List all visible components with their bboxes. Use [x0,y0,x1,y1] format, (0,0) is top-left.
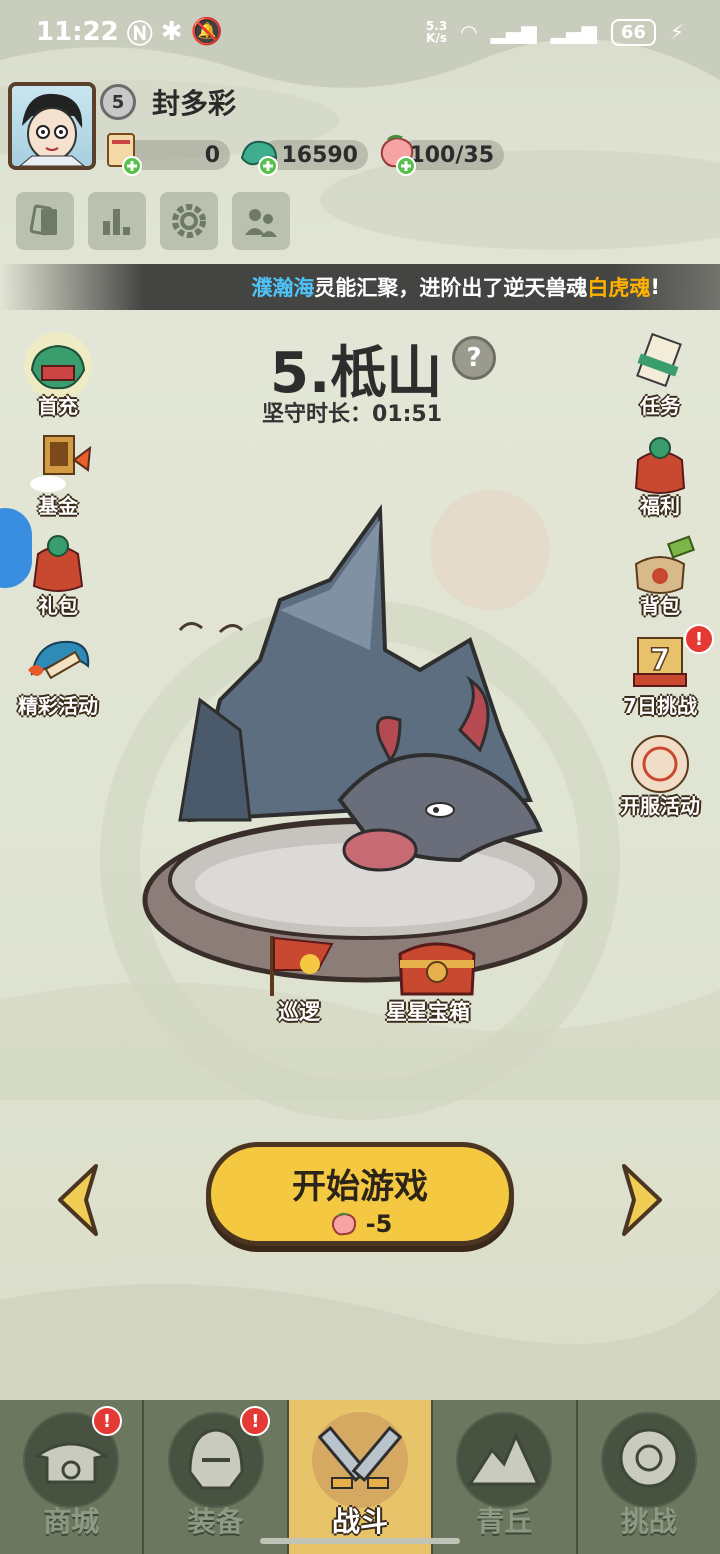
gear-icon [172,204,206,238]
seven-day-challenge-label: 7日挑战 [623,694,697,718]
shop-alert-badge: ! [92,1406,122,1436]
player-level-badge: 5 [100,84,136,120]
nav-tab-qingqiu[interactable]: 青丘 [433,1400,578,1554]
nav-tab-challenge-label: 挑战 [620,1505,677,1538]
nav-tab-battle-label: 战斗 [332,1505,389,1538]
ticket-scroll-icon [107,133,142,176]
next-stage-arrow-icon[interactable] [618,1160,668,1240]
nav-tab-equipment-label: 装备 [187,1505,244,1538]
settings-button[interactable] [160,192,218,250]
first-recharge-button[interactable]: 首充 [8,330,108,419]
gift-pack-label: 礼包 [38,594,78,618]
nav-tab-equipment[interactable]: 装备 ! [144,1400,289,1554]
previous-stage-arrow-icon[interactable] [52,1160,102,1240]
qingqiu-mountain-icon [456,1412,553,1508]
status-bar: 11:22 Ⓝ ✱ 🔕 5.3 K/s ◠ ▂▄▆ ▂▄▆ 66 ⚡ [0,0,720,64]
gift-pack-button[interactable]: 礼包 [8,530,108,619]
tasks-label: 任务 [640,394,680,418]
seven-day-alert-badge: ! [684,624,714,654]
signal-icon-1: ▂▄▆ [490,20,537,44]
avatar-portrait-icon [19,93,85,166]
nfc-icon: Ⓝ [126,19,153,50]
net-speed-unit: K/s [426,31,447,45]
wifi-icon: ◠ [461,20,477,44]
player-name: 封多彩 [152,87,237,120]
player-avatar[interactable] [8,82,96,170]
events-label: 精彩活动 [18,694,98,718]
svg-text:7: 7 [650,643,671,678]
bluetooth-icon: ✱ [160,17,183,47]
backpack-label: 背包 [640,594,680,618]
star-chest-icon[interactable] [392,934,482,1000]
events-button[interactable]: 精彩活动 [8,630,108,719]
nav-tab-battle[interactable]: 战斗 [288,1400,434,1554]
fund-button[interactable]: 基金 [8,430,108,519]
resource-stamina-value: 100/35 [409,142,494,168]
server-events-label: 开服活动 [620,794,700,818]
battery-indicator: 66 [610,18,656,46]
nav-tab-qingqiu-label: 青丘 [476,1505,533,1538]
marquee-beast: 白虎魂 [587,276,651,300]
signal-icon-2: ▂▄▆ [550,20,597,44]
cards-icon [29,204,57,236]
mountain-ox-scene [142,504,588,983]
friends-button[interactable] [232,192,290,250]
patrol-label[interactable]: 巡逻 [278,996,320,1026]
ranking-button[interactable] [88,192,146,250]
jade-dragon-icon [240,140,278,176]
home-indicator[interactable] [260,1538,460,1544]
charging-icon: ⚡ [669,20,684,44]
peach-icon [380,134,416,176]
start-game-cost-value: -5 [365,1210,393,1238]
ranking-icon [103,209,130,235]
marquee-end: ! [650,275,660,299]
hold-time-label: 坚守时长： [262,402,373,427]
peach-icon [331,1212,356,1236]
friends-icon [245,209,277,237]
seven-day-challenge-button[interactable]: 7 7日挑战 ! [610,624,714,719]
marquee-place: 濮瀚海 [251,276,315,300]
bottom-navigation: 商城 ! 装备 ! 战斗 青丘 挑战 [0,1400,720,1554]
player-profile[interactable] [8,82,96,170]
challenge-drum-icon [600,1412,697,1508]
backpack-button[interactable]: 背包 [610,530,710,619]
hold-time-value: 01:51 [372,402,443,427]
crossed-swords-icon [312,1412,409,1508]
start-game-cost: -5 [211,1210,509,1238]
marquee-message: 灵能汇聚，进阶出了逆天兽魂 [314,276,588,300]
first-recharge-label: 首充 [38,394,78,418]
resource-jade-value: 16590 [281,142,358,168]
tasks-button[interactable]: 任务 [610,330,710,419]
nav-tab-shop-label: 商城 [43,1505,100,1538]
help-icon[interactable]: ? [452,336,496,380]
start-game-button[interactable]: 开始游戏 -5 [206,1142,514,1246]
fund-label: 基金 [38,494,78,518]
welfare-label: 福利 [640,494,680,518]
clock: 11:22 [36,17,119,47]
star-chest-label[interactable]: 星星宝箱 [386,996,470,1026]
start-game-label: 开始游戏 [292,1167,428,1207]
announcement-marquee: 濮瀚海 灵能汇聚，进阶出了逆天兽魂 白虎魂 ! [0,264,720,310]
nav-tab-shop[interactable]: 商城 ! [0,1400,145,1554]
mute-icon: 🔕 [190,17,223,47]
cards-button[interactable] [16,192,74,250]
patrol-flag-icon[interactable] [262,930,342,1000]
hold-time: 坚守时长：01:51 [262,396,442,428]
resource-ticket-value: 0 [204,142,220,168]
equipment-alert-badge: ! [240,1406,271,1436]
nav-tab-challenge[interactable]: 挑战 [577,1400,720,1554]
server-events-button[interactable]: 开服活动 [610,730,710,819]
welfare-button[interactable]: 福利 [610,430,710,519]
